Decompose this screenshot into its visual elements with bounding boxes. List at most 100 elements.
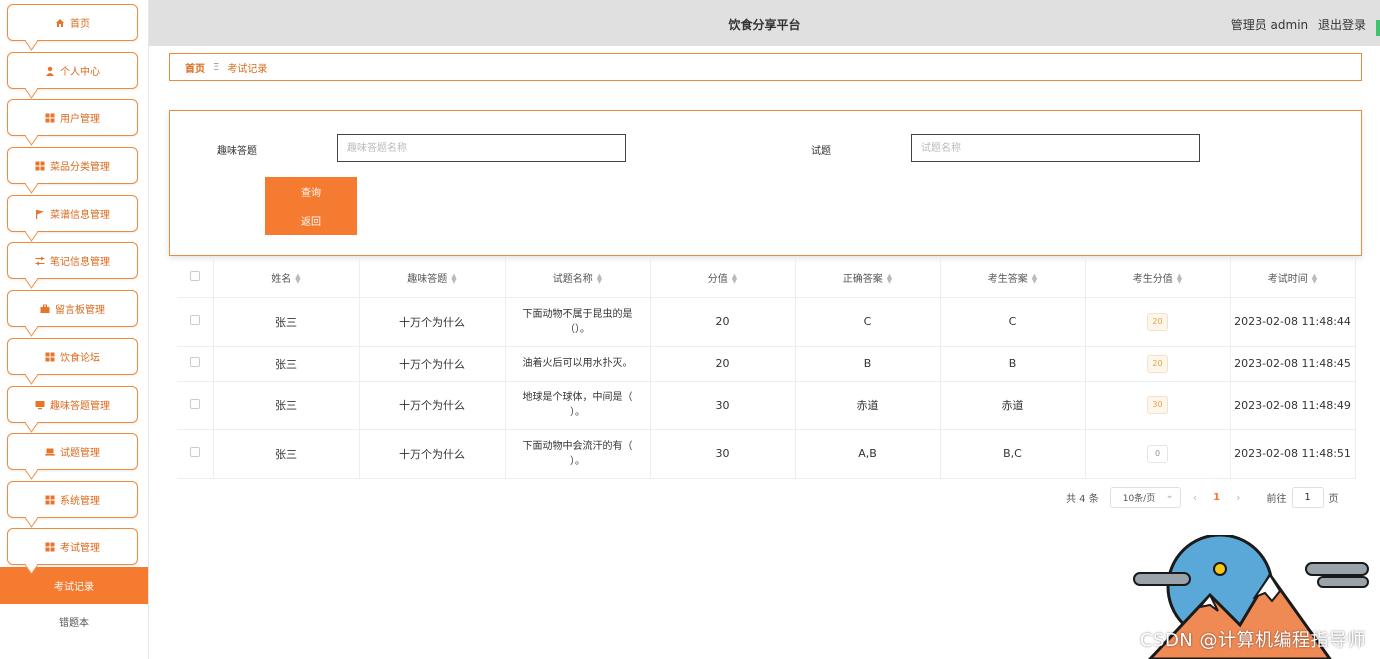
sliders-icon bbox=[35, 256, 45, 266]
sort-icon[interactable]: ▲ ▼ bbox=[887, 272, 892, 284]
score-badge: 30 bbox=[1147, 396, 1168, 414]
sidebar-item-9[interactable]: 试题管理 bbox=[7, 433, 138, 470]
cell-name: 张三 bbox=[213, 429, 360, 479]
column-header-label: 考试时间 bbox=[1267, 273, 1308, 285]
briefcase-icon bbox=[40, 304, 50, 314]
cell-question: 下面动物不属于昆虫的是（）。 bbox=[505, 297, 651, 347]
cell-time: 2023-02-08 11:48:44 bbox=[1230, 297, 1356, 347]
sort-icon[interactable]: ▲ ▼ bbox=[1312, 272, 1317, 284]
sort-icon[interactable]: ▲ ▼ bbox=[295, 272, 300, 284]
column-header[interactable]: 考试时间 ▲ ▼ bbox=[1230, 258, 1356, 298]
sidebar-item-5[interactable]: 笔记信息管理 bbox=[7, 242, 138, 279]
next-page-icon[interactable]: › bbox=[1236, 491, 1240, 504]
monitor-icon bbox=[35, 400, 45, 410]
cell-correct: C bbox=[795, 297, 941, 347]
cell-got: 20 bbox=[1085, 297, 1231, 347]
question-label: 试题 bbox=[811, 146, 831, 157]
column-header[interactable]: 分值 ▲ ▼ bbox=[650, 258, 796, 298]
quiz-label: 趣味答题 bbox=[217, 146, 257, 157]
sidebar-item-6[interactable]: 留言板管理 bbox=[7, 290, 138, 327]
table-row[interactable]: 张三 十万个为什么 下面动物中会流汗的有（ ）。 30 A,B B,C 0 2023-02-0… bbox=[177, 429, 1356, 479]
select-cell bbox=[177, 346, 214, 382]
cell-quiz: 十万个为什么 bbox=[359, 297, 506, 347]
column-header[interactable]: 试题名称 ▲ ▼ bbox=[505, 258, 651, 298]
table-header: 姓名 ▲ ▼ 趣味答题 ▲ ▼ 试题名称 ▲ ▼ 分值 ▲ ▼ 正确答案 ▲ ▼ 考生答案 ▲ ▼ 考生分值 ▲ ▼ 考试… bbox=[177, 258, 1356, 298]
back-button[interactable]: 返回 bbox=[265, 206, 357, 235]
sidebar-item-0[interactable]: 首页 bbox=[7, 4, 138, 41]
cell-got: 30 bbox=[1085, 381, 1231, 430]
sidebar-item-8[interactable]: 趣味答题管理 bbox=[7, 386, 138, 423]
cell-quiz: 十万个为什么 bbox=[359, 346, 506, 382]
breadcrumb-home[interactable]: 首页 bbox=[185, 60, 205, 75]
sidebar-item-label: 系统管理 bbox=[60, 496, 100, 507]
column-header-label: 考生分值 bbox=[1132, 273, 1173, 285]
goto-prefix: 前往 bbox=[1266, 493, 1287, 505]
sidebar-item-label: 留言板管理 bbox=[55, 305, 105, 316]
table-row[interactable]: 张三 十万个为什么 下面动物不属于昆虫的是（）。 20 C C 20 2023-02-08 1… bbox=[177, 297, 1356, 347]
cell-time: 2023-02-08 11:48:45 bbox=[1230, 346, 1356, 382]
sidebar-item-2[interactable]: 用户管理 bbox=[7, 99, 138, 136]
sidebar-item-11[interactable]: 考试管理 bbox=[7, 528, 138, 565]
table-row[interactable]: 张三 十万个为什么 油着火后可以用水扑灭。 20 B B 20 2023-02-08 11:4… bbox=[177, 346, 1356, 382]
page-number[interactable]: 1 bbox=[1213, 492, 1220, 503]
score-badge: 0 bbox=[1147, 444, 1168, 463]
page-size-select[interactable]: 10条/页 bbox=[1109, 486, 1181, 508]
sidebar-item-10[interactable]: 系统管理 bbox=[7, 481, 138, 518]
sidebar-item-3[interactable]: 菜品分类管理 bbox=[7, 147, 138, 184]
sort-icon[interactable]: ▲ ▼ bbox=[732, 272, 737, 284]
column-header-label: 考生答案 bbox=[987, 273, 1028, 285]
cell-question: 下面动物中会流汗的有（ ）。 bbox=[505, 429, 651, 479]
sort-icon[interactable]: ▲ ▼ bbox=[451, 272, 456, 284]
page-size-value: 10条/页 bbox=[1122, 493, 1156, 504]
cell-time: 2023-02-08 11:48:49 bbox=[1230, 381, 1356, 430]
cell-answer: 赤道 bbox=[940, 381, 1086, 430]
query-button[interactable]: 查询 bbox=[265, 177, 357, 206]
search-panel: 趣味答题 试题 查询 返回 bbox=[169, 110, 1362, 256]
grid-icon bbox=[35, 161, 45, 171]
grid-icon bbox=[45, 352, 55, 362]
sidebar-item-7[interactable]: 饮食论坛 bbox=[7, 338, 138, 375]
sidebar-item-label: 考试管理 bbox=[60, 543, 100, 554]
grid-icon bbox=[45, 495, 55, 505]
table-row[interactable]: 张三 十万个为什么 地球是个球体，中间是（ ）。 30 赤道 赤道 30 2023-02-08… bbox=[177, 381, 1356, 430]
sidebar-item-wrong-questions[interactable]: 错题本 bbox=[0, 604, 148, 638]
logout-link[interactable]: 退出登录 bbox=[1318, 18, 1366, 32]
row-checkbox[interactable] bbox=[189, 315, 200, 325]
sort-icon[interactable]: ▲ ▼ bbox=[597, 272, 602, 284]
user-area: 管理员 admin 退出登录 bbox=[1225, 16, 1366, 33]
select-all-checkbox[interactable] bbox=[189, 270, 200, 281]
select-cell bbox=[177, 297, 214, 347]
cell-time: 2023-02-08 11:48:51 bbox=[1230, 429, 1356, 479]
records-table: 姓名 ▲ ▼ 趣味答题 ▲ ▼ 试题名称 ▲ ▼ 分值 ▲ ▼ 正确答案 ▲ ▼ 考生答案 ▲ ▼ 考生分值 ▲ ▼ 考试… bbox=[177, 258, 1356, 479]
column-header[interactable]: 考生答案 ▲ ▼ bbox=[940, 258, 1086, 298]
prev-page-icon[interactable]: ‹ bbox=[1193, 491, 1197, 504]
sidebar-item-label: 首页 bbox=[70, 19, 90, 30]
cell-score: 20 bbox=[650, 297, 796, 347]
sidebar: 考试记录 错题本 首页个人中心用户管理菜品分类管理 菜谱信息管理 笔记信息管理留言板… bbox=[0, 0, 149, 659]
score-badge: 20 bbox=[1147, 354, 1168, 373]
column-header[interactable]: 姓名 ▲ ▼ bbox=[213, 258, 360, 298]
score-badge: 20 bbox=[1147, 312, 1168, 331]
column-header[interactable]: 考生分值 ▲ ▼ bbox=[1085, 258, 1231, 298]
total-count: 共 4 条 bbox=[1066, 493, 1099, 505]
cell-got: 20 bbox=[1085, 346, 1231, 382]
cell-name: 张三 bbox=[213, 346, 360, 382]
row-checkbox[interactable] bbox=[189, 447, 200, 457]
sort-icon[interactable]: ▲ ▼ bbox=[1032, 272, 1037, 284]
goto-page-input[interactable]: 1 bbox=[1291, 486, 1324, 508]
column-header[interactable]: 趣味答题 ▲ ▼ bbox=[359, 258, 506, 298]
sidebar-item-4[interactable]: 菜谱信息管理 bbox=[7, 195, 138, 232]
cell-name: 张三 bbox=[213, 297, 360, 347]
cell-answer: B bbox=[940, 346, 1086, 382]
quiz-search-input[interactable] bbox=[337, 134, 626, 162]
sidebar-item-label: 趣味答题管理 bbox=[50, 401, 110, 412]
row-checkbox[interactable] bbox=[189, 398, 200, 409]
row-checkbox[interactable] bbox=[189, 357, 200, 367]
sidebar-item-exam-records[interactable]: 考试记录 bbox=[0, 567, 148, 604]
question-search-input[interactable] bbox=[911, 134, 1200, 162]
sidebar-item-1[interactable]: 个人中心 bbox=[7, 52, 138, 89]
cell-score: 30 bbox=[650, 429, 796, 479]
column-header[interactable]: 正确答案 ▲ ▼ bbox=[795, 258, 941, 298]
cell-correct: A,B bbox=[795, 429, 941, 479]
sort-icon[interactable]: ▲ ▼ bbox=[1177, 272, 1182, 284]
